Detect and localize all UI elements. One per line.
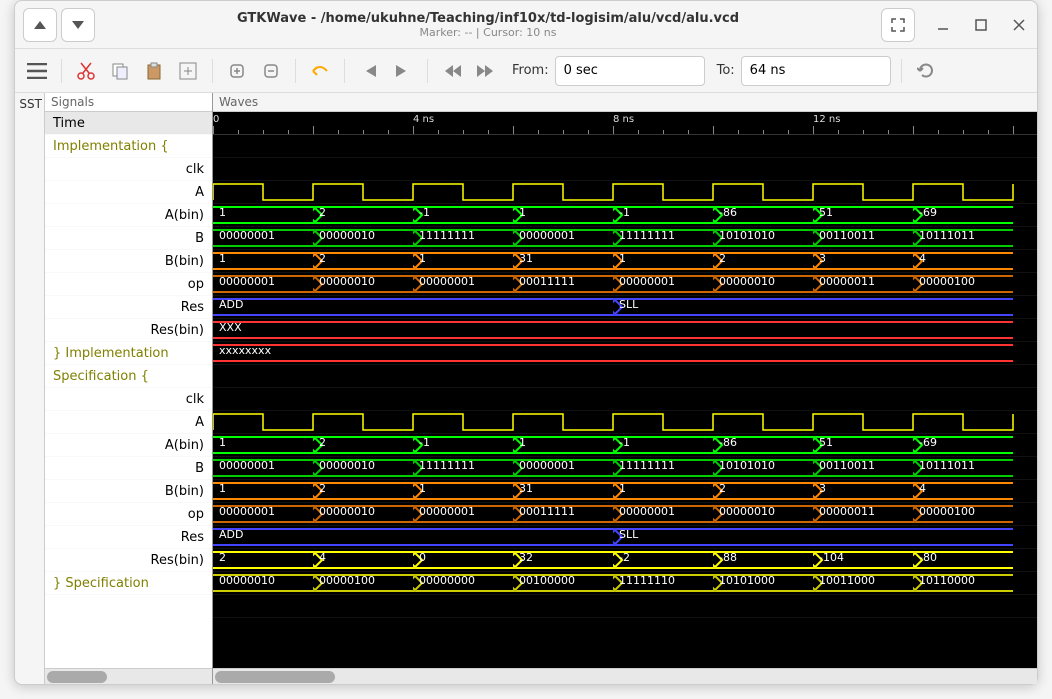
signal-row[interactable]: op	[45, 273, 212, 296]
wave-row: 0000001000000100000000000010000011111110…	[213, 572, 1037, 595]
goto-start-icon[interactable]	[355, 57, 383, 85]
signal-row[interactable]: A	[45, 181, 212, 204]
prev-edge-icon[interactable]	[438, 57, 466, 85]
signal-row[interactable]: B(bin)	[45, 480, 212, 503]
signal-row[interactable]: clk	[45, 158, 212, 181]
wave-row: 121311234	[213, 480, 1037, 503]
signal-row[interactable]: } Implementation	[45, 342, 212, 365]
wave-row: 12-11-1-8651-69	[213, 204, 1037, 227]
menu-icon[interactable]	[23, 57, 51, 85]
signal-row[interactable]: Res(bin)	[45, 549, 212, 572]
signal-row[interactable]: Time	[45, 112, 212, 135]
from-input[interactable]	[555, 56, 705, 86]
signal-row[interactable]: A	[45, 411, 212, 434]
cut-icon[interactable]	[72, 57, 100, 85]
wave-row	[213, 181, 1037, 204]
waves-panel: Waves 04 ns8 ns12 ns12-11-1-8651-6900000…	[213, 93, 1037, 684]
expand-button[interactable]	[881, 8, 915, 42]
signals-panel: Signals TimeImplementation {clkAA(bin)BB…	[45, 93, 213, 684]
nav-up-button[interactable]	[23, 8, 57, 42]
waves-scrollbar[interactable]	[213, 668, 1037, 684]
wave-row	[213, 365, 1037, 388]
to-label: To:	[717, 63, 735, 78]
minimize-button[interactable]	[933, 15, 953, 35]
wave-row: ADDSLL	[213, 526, 1037, 549]
next-edge-icon[interactable]	[472, 57, 500, 85]
time-ruler: 04 ns8 ns12 ns	[213, 112, 1037, 135]
wave-row	[213, 411, 1037, 434]
wave-row: 0000000100000010000000010001111100000001…	[213, 503, 1037, 526]
signal-row[interactable]: B(bin)	[45, 250, 212, 273]
signal-row[interactable]: op	[45, 503, 212, 526]
wave-row: 0000000100000010111111110000000111111111…	[213, 457, 1037, 480]
signal-row[interactable]: Res(bin)	[45, 319, 212, 342]
sst-label: SST	[19, 97, 42, 111]
signal-row[interactable]: clk	[45, 388, 212, 411]
wave-row: 12-11-1-8651-69	[213, 434, 1037, 457]
signal-row[interactable]: A(bin)	[45, 204, 212, 227]
waves-header: Waves	[213, 93, 1037, 112]
reload-icon[interactable]	[912, 57, 940, 85]
zoom-out-icon[interactable]	[257, 57, 285, 85]
wave-row: 0000000100000010111111110000000111111111…	[213, 227, 1037, 250]
signal-row[interactable]: B	[45, 227, 212, 250]
copy-icon[interactable]	[106, 57, 134, 85]
signal-row[interactable]: Specification {	[45, 365, 212, 388]
to-input[interactable]	[741, 56, 891, 86]
sst-panel[interactable]: SST	[15, 93, 45, 684]
app-window: GTKWave - /home/ukuhne/Teaching/inf10x/t…	[14, 0, 1038, 685]
main-area: SST Signals TimeImplementation {clkAA(bi…	[15, 93, 1037, 684]
wave-row	[213, 158, 1037, 181]
maximize-button[interactable]	[971, 15, 991, 35]
from-label: From:	[512, 63, 549, 78]
wave-row: ADDSLL	[213, 296, 1037, 319]
goto-end-icon[interactable]	[389, 57, 417, 85]
signal-list[interactable]: TimeImplementation {clkAA(bin)BB(bin)opR…	[45, 112, 212, 668]
titlebar: GTKWave - /home/ukuhne/Teaching/inf10x/t…	[15, 1, 1037, 49]
wave-row: XXX	[213, 319, 1037, 342]
signal-row[interactable]: Res	[45, 296, 212, 319]
toolbar: From: To:	[15, 49, 1037, 93]
window-subtitle: Marker: -- | Cursor: 10 ns	[95, 26, 881, 39]
signals-header: Signals	[45, 93, 212, 112]
window-title: GTKWave - /home/ukuhne/Teaching/inf10x/t…	[95, 11, 881, 26]
wave-row: xxxxxxxx	[213, 342, 1037, 365]
wave-row: 24032-2-88-104-80	[213, 549, 1037, 572]
nav-down-button[interactable]	[61, 8, 95, 42]
wave-row	[213, 388, 1037, 411]
wave-row	[213, 595, 1037, 618]
zoom-fit-icon[interactable]	[174, 57, 202, 85]
signal-row[interactable]: } Specification	[45, 572, 212, 595]
close-button[interactable]	[1009, 15, 1029, 35]
signals-scrollbar[interactable]	[45, 668, 212, 684]
zoom-in-icon[interactable]	[223, 57, 251, 85]
wave-area[interactable]: 04 ns8 ns12 ns12-11-1-8651-6900000001000…	[213, 112, 1037, 668]
wave-row	[213, 135, 1037, 158]
signal-row[interactable]: Res	[45, 526, 212, 549]
signal-row[interactable]: A(bin)	[45, 434, 212, 457]
wave-row: 0000000100000010000000010001111100000001…	[213, 273, 1037, 296]
undo-icon[interactable]	[306, 57, 334, 85]
wave-row: 121311234	[213, 250, 1037, 273]
paste-icon[interactable]	[140, 57, 168, 85]
signal-row[interactable]: B	[45, 457, 212, 480]
signal-row[interactable]: Implementation {	[45, 135, 212, 158]
